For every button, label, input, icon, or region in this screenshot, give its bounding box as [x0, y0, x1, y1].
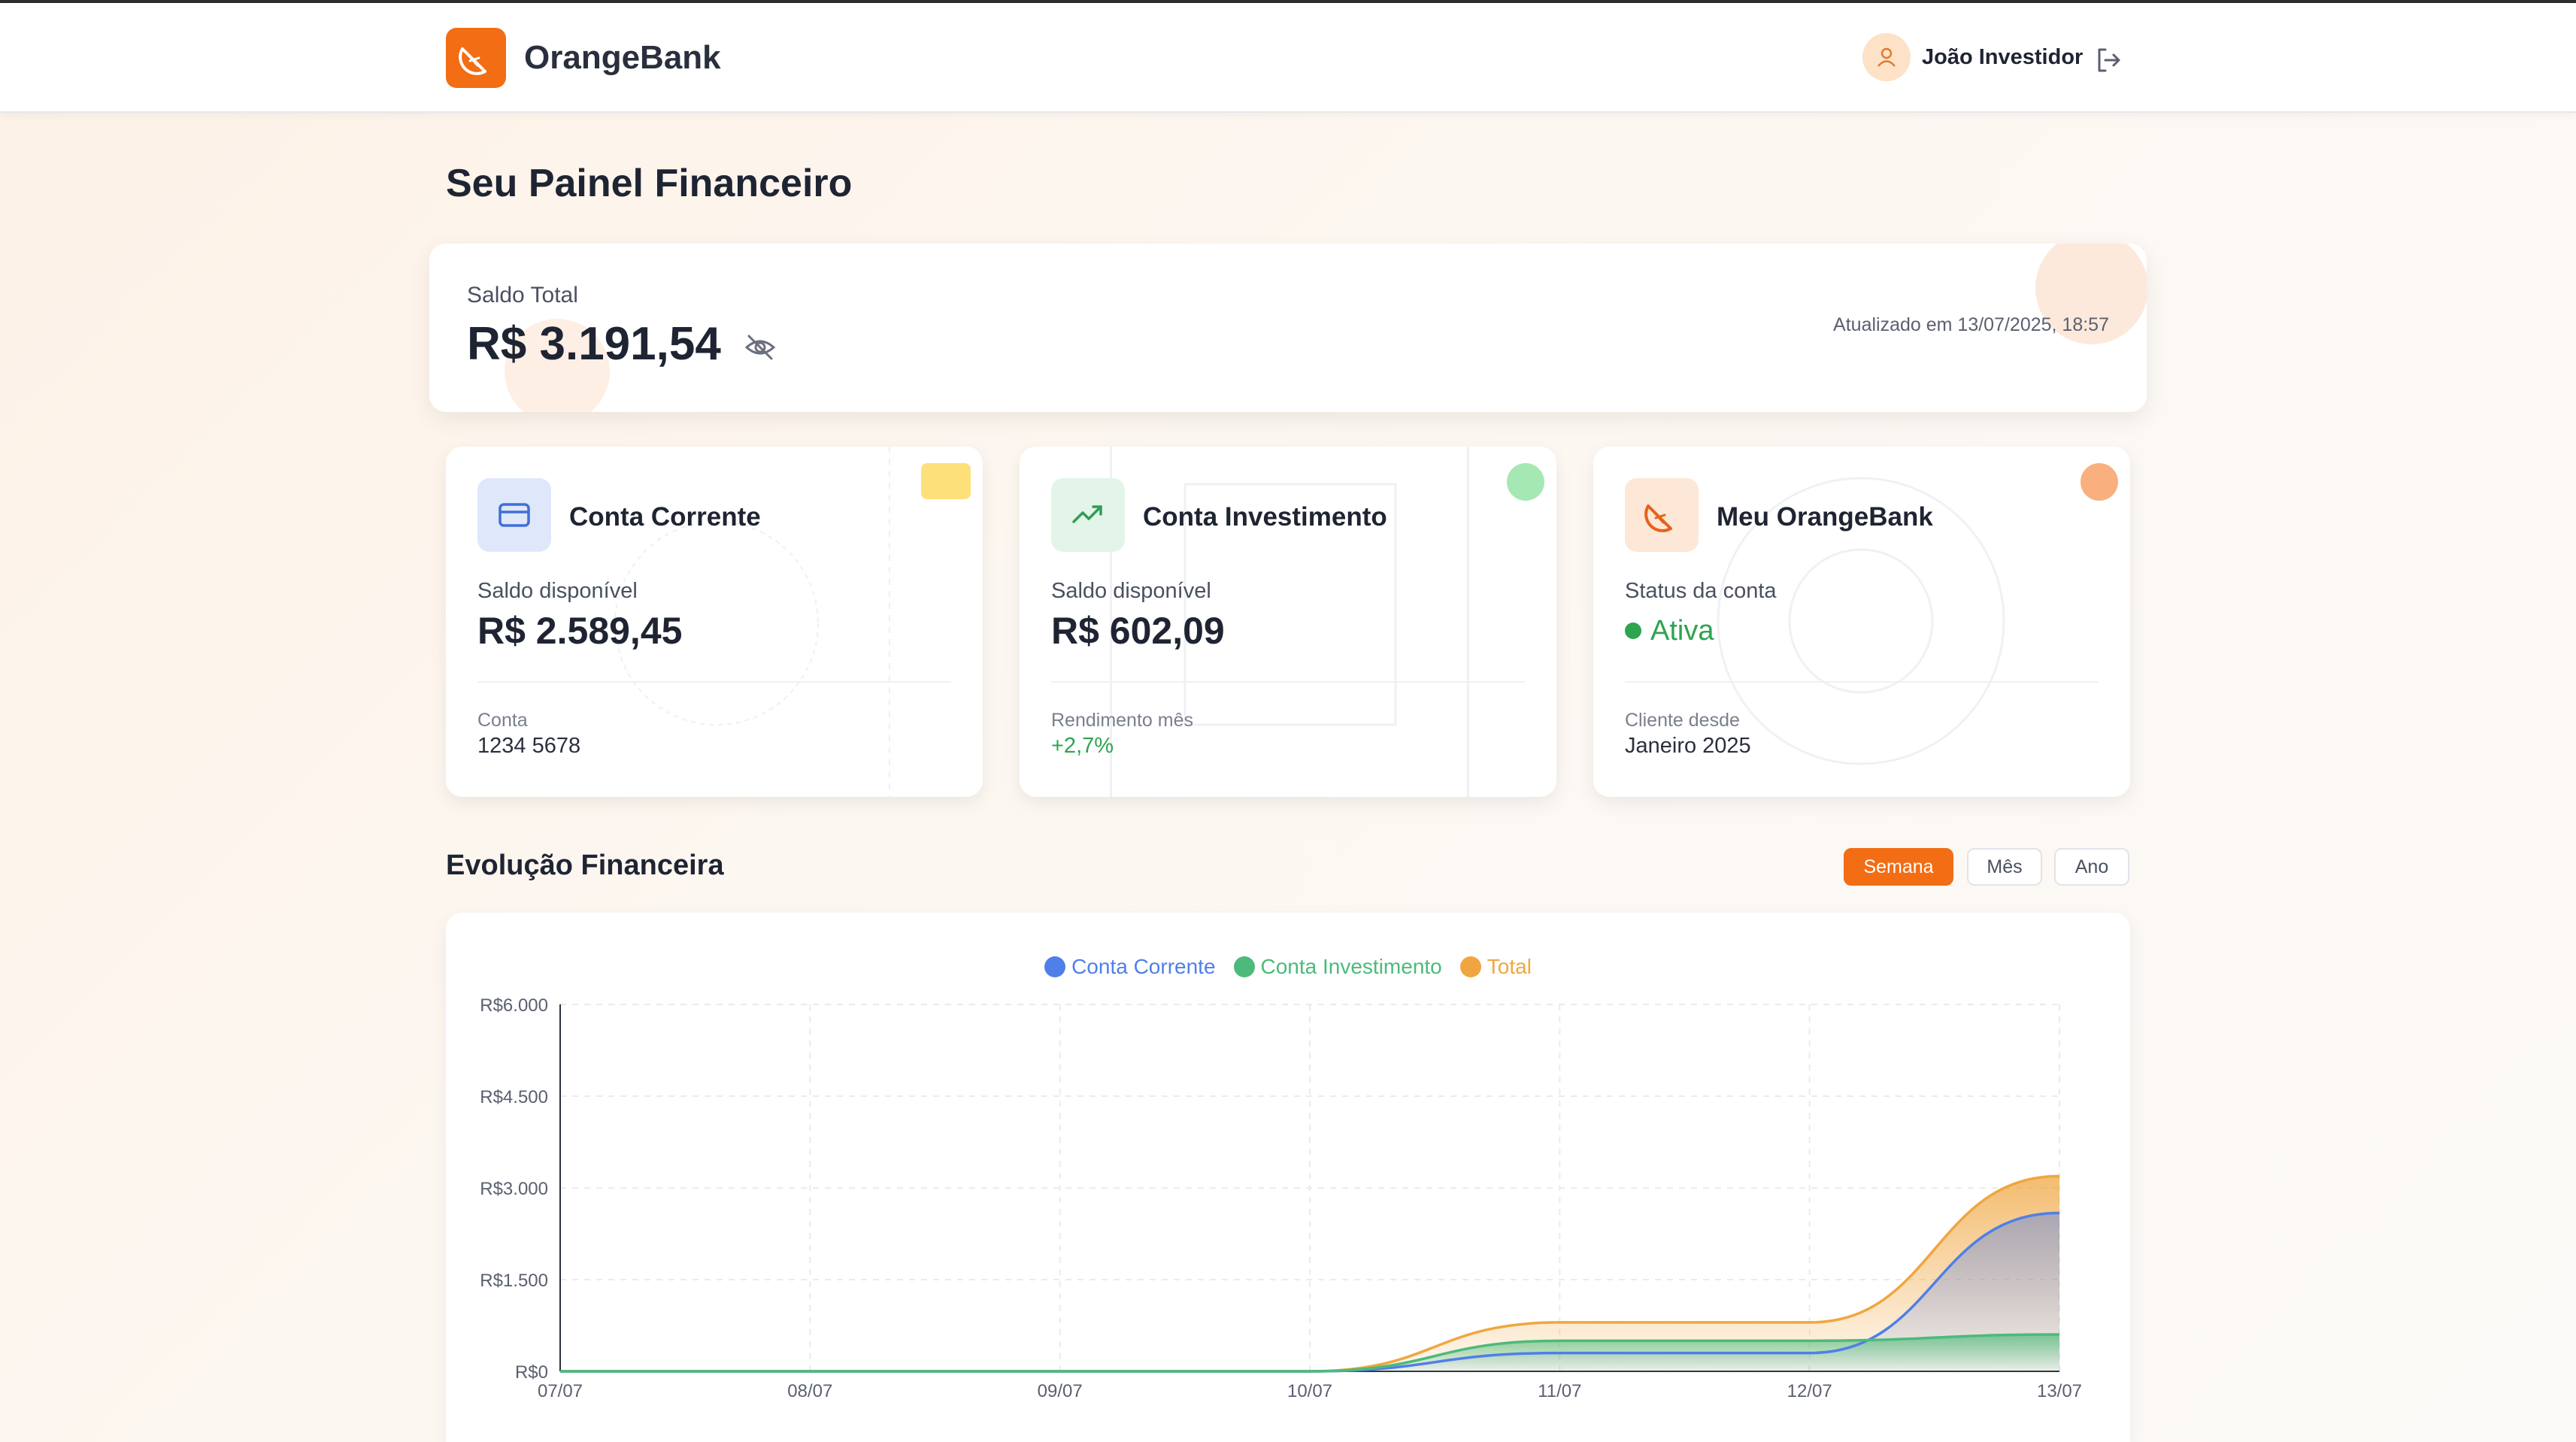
- divider: [477, 681, 951, 683]
- y-tick-label: R$6.000: [480, 995, 548, 1016]
- y-tick-label: R$1.500: [480, 1271, 548, 1291]
- x-tick-label: 11/07: [1538, 1381, 1581, 1401]
- x-tick-label: 08/07: [787, 1381, 832, 1401]
- x-tick-label: 12/07: [1787, 1381, 1832, 1401]
- monthly-yield-value: +2,7%: [1051, 734, 1114, 758]
- account-title: Conta Corrente: [569, 502, 761, 532]
- period-week-button[interactable]: Semana: [1844, 848, 1953, 886]
- evolution-chart: R$0 R$1.500 R$3.000 R$4.500 R$6.000 07/07 08/0…: [480, 995, 2082, 1401]
- user-name[interactable]: João Investidor: [1922, 45, 2083, 70]
- divider: [1625, 681, 2099, 683]
- x-tick-label: 07/07: [538, 1381, 583, 1401]
- my-orangebank-card[interactable]: Meu OrangeBank Status da conta Ativa Cli…: [1593, 447, 2130, 797]
- status-dot: [1507, 463, 1544, 501]
- x-tick-label: 09/07: [1038, 1381, 1083, 1401]
- x-tick-label: 10/07: [1287, 1381, 1332, 1401]
- account-sub-label: Saldo disponível: [1051, 579, 1211, 603]
- monthly-yield-label: Rendimento mês: [1051, 710, 1193, 731]
- eye-off-icon[interactable]: [744, 331, 777, 364]
- period-month-button[interactable]: Mês: [1967, 848, 2042, 886]
- client-since-label: Cliente desde: [1625, 710, 1740, 731]
- logout-icon[interactable]: [2093, 45, 2123, 75]
- evolution-chart-card: Conta Corrente Conta Investimento Total: [446, 913, 2130, 1442]
- evolution-title: Evolução Financeira: [446, 850, 724, 881]
- account-balance: R$ 2.589,45: [477, 610, 683, 652]
- total-balance-value: R$ 3.191,54: [467, 318, 721, 370]
- period-year-button[interactable]: Ano: [2054, 848, 2129, 886]
- card-chip: [921, 463, 971, 499]
- account-status-label: Status da conta: [1625, 579, 1777, 603]
- investment-account-card[interactable]: Conta Investimento Saldo disponível R$ 6…: [1020, 447, 1556, 797]
- account-balance: R$ 602,09: [1051, 610, 1225, 652]
- account-sub-label: Saldo disponível: [477, 579, 638, 603]
- user-icon[interactable]: [1862, 33, 1911, 81]
- status-dot: [2080, 463, 2118, 501]
- account-number: 1234 5678: [477, 734, 581, 758]
- client-since-value: Janeiro 2025: [1625, 734, 1751, 758]
- page-title: Seu Painel Financeiro: [446, 162, 853, 205]
- total-balance-card: Saldo Total R$ 3.191,54 Atualizado em 13…: [429, 244, 2147, 412]
- divider: [1051, 681, 1525, 683]
- x-tick-label: 13/07: [2037, 1381, 2082, 1401]
- y-tick-label: R$3.000: [480, 1179, 548, 1199]
- total-balance-label: Saldo Total: [467, 283, 578, 307]
- orange-slice-icon[interactable]: [446, 28, 506, 88]
- orange-slice-icon: [1625, 478, 1699, 552]
- last-updated-text: Atualizado em 13/07/2025, 18:57: [1833, 314, 2109, 335]
- y-tick-label: R$0: [515, 1362, 548, 1383]
- credit-card-icon: [477, 478, 551, 552]
- account-title: Conta Investimento: [1143, 502, 1387, 532]
- account-number-label: Conta: [477, 710, 528, 731]
- trending-up-icon: [1051, 478, 1125, 552]
- y-tick-label: R$4.500: [480, 1087, 548, 1107]
- account-title: Meu OrangeBank: [1717, 502, 1933, 532]
- app-header: OrangeBank João Investidor: [0, 3, 2576, 113]
- account-status-value: Ativa: [1650, 615, 1714, 647]
- checking-account-card[interactable]: Conta Corrente Saldo disponível R$ 2.589…: [446, 447, 983, 797]
- brand-name[interactable]: OrangeBank: [524, 39, 721, 77]
- active-status-dot: [1625, 623, 1641, 639]
